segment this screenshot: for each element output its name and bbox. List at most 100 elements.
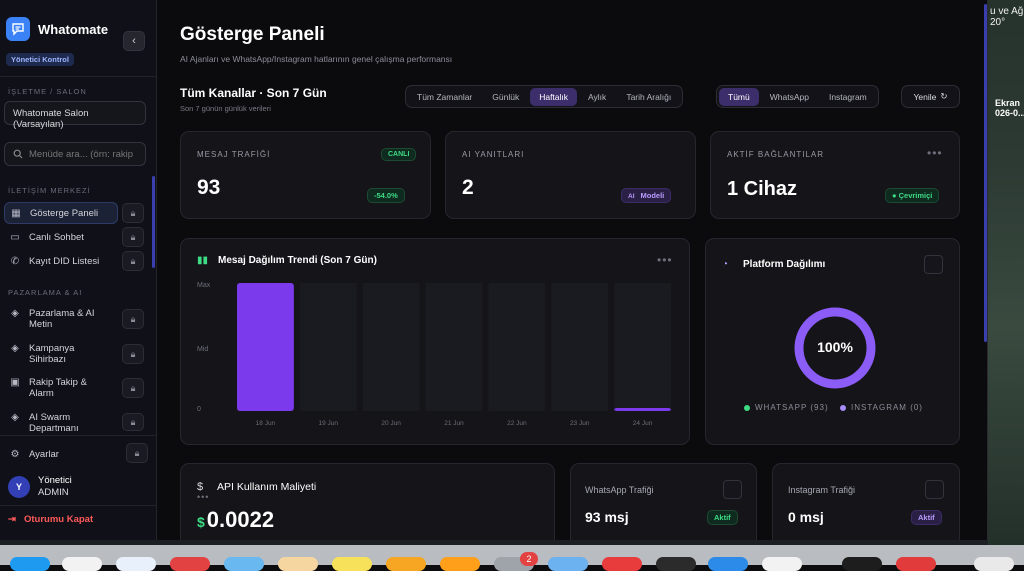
app-icon[interactable] (708, 557, 748, 571)
sidebar-item-label: Ayarlar (29, 449, 59, 460)
refresh-button[interactable]: Yenile↻ (901, 85, 960, 108)
x-tick-label: 22 Jun (507, 420, 527, 427)
sidebar-item-label: Canlı Sohbet (29, 232, 84, 243)
connections-value: 1 Cihaz (727, 178, 797, 201)
card-action-button[interactable] (924, 255, 943, 274)
app-icon[interactable] (842, 557, 882, 571)
more-options-icon[interactable]: ••• (197, 492, 209, 502)
avatar[interactable]: Y (8, 476, 30, 498)
trend-chart-card: ▮▮ Mesaj Dağılım Trendi (Son 7 Gün) ••• … (180, 238, 690, 445)
chat-logo-icon (6, 17, 30, 41)
channel-selector: Tümü WhatsApp Instagram (716, 85, 879, 108)
card-action-button[interactable] (723, 480, 742, 499)
api-cost-card: $ API Kullanım Maliyeti ••• $0.0022 (180, 463, 555, 540)
message-traffic-card: MESAJ TRAFİĞİ CANLI 93 -54.0% (180, 131, 431, 219)
app-icon[interactable] (440, 557, 480, 571)
page-subtitle: AI Ajanları ve WhatsApp/Instagram hatlar… (180, 54, 452, 64)
cost-title: API Kullanım Maliyeti (217, 481, 316, 493)
sidebar-item-live-chat[interactable]: ▭Canlı Sohbet (4, 229, 118, 245)
time-option-date-range[interactable]: Tarih Aralığı (617, 88, 680, 106)
time-option-daily[interactable]: Günlük (483, 88, 528, 106)
app-icon[interactable] (386, 557, 426, 571)
active-connections-card: AKTİF BAĞLANTILAR ••• 1 Cihaz ● Çevrimiç… (710, 131, 960, 219)
salon-select[interactable]: Whatomate Salon (Varsayılan) (4, 101, 146, 125)
sidebar-item-ai-swarm[interactable]: ◈ AI Swarm Departmanı (4, 412, 118, 434)
time-option-all[interactable]: Tüm Zamanlar (408, 88, 481, 106)
lock-icon[interactable]: 🔒︎ (126, 443, 148, 463)
lock-icon[interactable]: 🔒︎ (122, 309, 144, 329)
app-icon[interactable] (602, 557, 642, 571)
sidebar-item-label: AI Swarm Departmanı (29, 412, 95, 434)
channel-option-whatsapp[interactable]: WhatsApp (761, 88, 818, 106)
desktop-file-label[interactable]: Ekran026-0... (995, 98, 1024, 118)
lock-icon[interactable]: 🔒︎ (122, 203, 144, 223)
app-icon[interactable] (62, 557, 102, 571)
layers-icon: ◈ (9, 412, 21, 423)
sidebar: Whatomate ‹ Yönetici Kontrol İŞLETME / S… (0, 0, 157, 540)
trash-icon[interactable] (974, 557, 1014, 571)
app-icon[interactable] (224, 557, 264, 571)
notes-icon[interactable] (332, 557, 372, 571)
sidebar-item-did-list[interactable]: ✆Kayıt DID Listesi (4, 253, 118, 269)
more-options-icon[interactable]: ••• (927, 146, 943, 160)
page-title: Gösterge Paneli (180, 24, 325, 46)
data-bar[interactable] (237, 283, 294, 411)
whatsapp-traffic-value: 93 msj (585, 509, 629, 525)
app-icon[interactable] (762, 557, 802, 571)
main-scrollbar[interactable] (984, 4, 987, 342)
app-icon[interactable] (896, 557, 936, 571)
traffic-value: 93 (197, 176, 220, 200)
menu-search-input[interactable]: Menüde ara... (örn: rakip (4, 142, 146, 166)
divider (0, 435, 157, 436)
x-tick-label: 18 Jun (256, 420, 276, 427)
app-name: Whatomate (38, 22, 108, 37)
terminal-icon[interactable] (656, 557, 696, 571)
brand[interactable]: Whatomate (6, 17, 108, 41)
safari-icon[interactable] (116, 557, 156, 571)
sidebar-item-marketing-ai[interactable]: ◈Pazarlama & AI Metin (4, 308, 118, 330)
card-title: WhatsApp Trafiği (585, 485, 654, 495)
user-name: Yönetici (38, 475, 72, 486)
lock-icon[interactable]: 🔒︎ (122, 413, 144, 431)
finder-icon[interactable] (10, 557, 50, 571)
sidebar-item-label: Kampanya Sihirbazı (29, 343, 89, 365)
instagram-traffic-card: Instagram Trafiği 0 msj Aktif (772, 463, 960, 540)
sidebar-item-settings[interactable]: ⚙ Ayarlar (4, 446, 118, 462)
time-range-selector: Tüm Zamanlar Günlük Haftalık Aylık Tarih… (405, 85, 683, 108)
collapse-sidebar-button[interactable]: ‹ (123, 31, 145, 51)
ai-replies-value: 2 (462, 176, 474, 200)
lock-icon[interactable]: 🔒︎ (122, 378, 144, 398)
layers-icon: ◈ (9, 343, 21, 354)
sidebar-item-competitor-tracking[interactable]: ▣Rakip Takip & Alarm (4, 377, 118, 399)
user-role: ADMIN (38, 487, 69, 498)
bar-track (551, 283, 608, 411)
time-option-weekly[interactable]: Haftalık (530, 88, 577, 106)
sidebar-scrollbar[interactable] (152, 176, 155, 268)
app-icon[interactable] (278, 557, 318, 571)
bar-track (300, 283, 357, 411)
sidebar-item-label: Rakip Takip & Alarm (29, 377, 95, 399)
legend-dot (840, 405, 846, 411)
legend-instagram: INSTAGRAM (0) (840, 403, 923, 412)
sidebar-item-campaign-wizard[interactable]: ◈ Kampanya Sihirbazı (4, 343, 118, 365)
instagram-traffic-value: 0 msj (788, 509, 824, 525)
status-badge: Aktif (707, 510, 738, 525)
x-tick-label: 24 Jun (633, 420, 653, 427)
refresh-label: Yenile (914, 92, 937, 102)
app-icon[interactable] (548, 557, 588, 571)
cost-value: $0.0022 (197, 507, 274, 533)
gear-icon: ⚙ (9, 449, 21, 460)
channel-option-instagram[interactable]: Instagram (820, 88, 876, 106)
divider (0, 76, 157, 77)
lock-icon[interactable]: 🔒︎ (122, 251, 144, 271)
app-icon[interactable] (170, 557, 210, 571)
lock-icon[interactable]: 🔒︎ (122, 227, 144, 247)
card-action-button[interactable] (925, 480, 944, 499)
channel-option-all[interactable]: Tümü (719, 88, 759, 106)
logout-button[interactable]: ⇥Oturumu Kapat (8, 514, 93, 525)
bar-track (426, 283, 483, 411)
lock-icon[interactable]: 🔒︎ (122, 344, 144, 364)
data-bar[interactable] (614, 408, 671, 411)
sidebar-item-dashboard[interactable]: ▦Gösterge Paneli (4, 202, 118, 224)
time-option-monthly[interactable]: Aylık (579, 88, 615, 106)
